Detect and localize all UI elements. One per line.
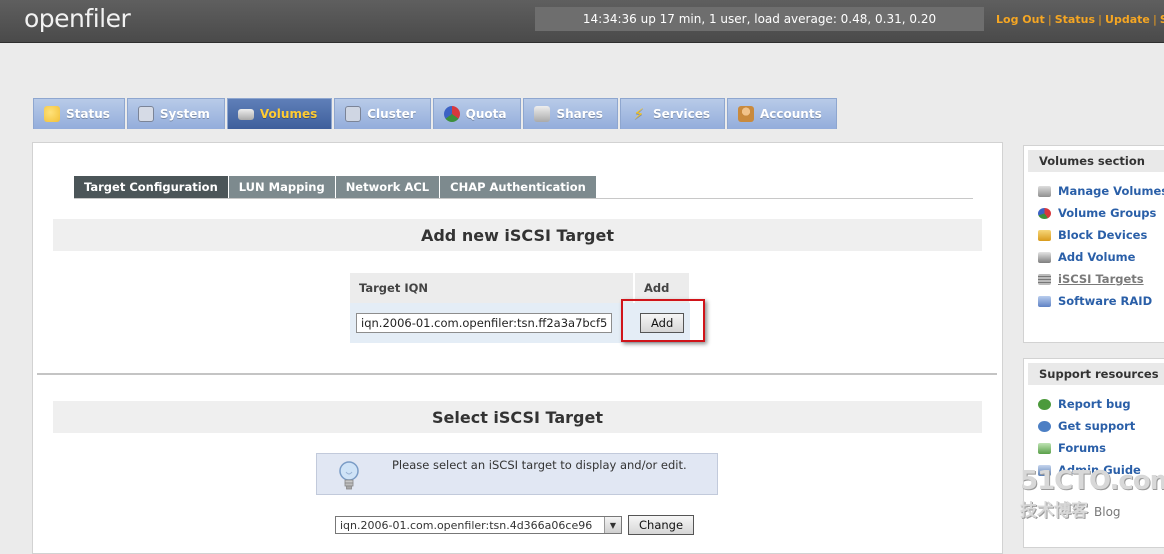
sidebar-item-label: Add Volume [1058,250,1136,264]
subtab-target-configuration[interactable]: Target Configuration [74,176,228,198]
sidebar-item-manage-volumes[interactable]: Manage Volumes [1024,180,1164,202]
cluster-icon [345,106,362,122]
volumes-icon [237,108,254,120]
tab-label: System [159,107,210,121]
sidebar-item-label: Get support [1058,419,1136,433]
sidebar-item-label: Forums [1058,441,1106,455]
forums-icon [1038,442,1051,454]
tab-label: Volumes [259,107,318,121]
tab-quota[interactable]: Quota [432,98,522,129]
subtab-network-acl[interactable]: Network ACL [335,176,440,198]
section-divider [37,373,997,375]
status-icon [44,106,60,122]
subtab-underline [74,198,973,199]
sidebar-item-label: Report bug [1058,397,1131,411]
update-link[interactable]: Update [1105,13,1150,26]
selected-target-value: iqn.2006-01.com.openfiler:tsn.4d366a06ce… [340,518,593,532]
sidebar-item-forums[interactable]: Forums [1024,437,1164,459]
change-target-button[interactable]: Change [628,515,695,535]
shutdown-link[interactable]: Sh [1160,13,1164,26]
info-text: Please select an iSCSI target to display… [392,458,687,472]
top-bar: openfiler 14:34:36 up 17 min, 1 user, lo… [0,0,1164,43]
lightbulb-icon [339,461,359,490]
add-target-heading: Add new iSCSI Target [53,219,982,251]
sidebar-item-admin-guide[interactable]: Admin Guide [1024,459,1164,481]
block-devices-icon [1038,229,1051,241]
tab-shares[interactable]: Shares [523,98,618,129]
sidebar-item-label: Software RAID [1058,294,1153,308]
main-panel: Target Configuration LUN Mapping Network… [32,142,1003,554]
openfiler-logo: openfiler [24,4,131,33]
accounts-icon [737,106,754,122]
tab-label: Quota [465,107,507,121]
manage-volumes-icon [1038,185,1051,197]
sidebar-item-label: Volume Groups [1058,206,1157,220]
add-header: Add [634,273,692,303]
tab-label: Services [652,107,710,121]
tab-system[interactable]: System [126,98,225,129]
log-out-link[interactable]: Log Out [996,13,1045,26]
quota-icon [443,106,460,122]
tab-status[interactable]: Status [33,98,125,129]
target-select[interactable]: iqn.2006-01.com.openfiler:tsn.4d366a06ce… [335,516,622,534]
sidebar-item-block-devices[interactable]: Block Devices [1024,224,1164,246]
iscsi-targets-icon [1038,273,1051,285]
admin-guide-icon [1038,464,1051,476]
chevron-down-icon[interactable]: ▼ [604,517,621,533]
target-iqn-input[interactable] [356,313,612,333]
system-icon [137,106,154,122]
sidebar-item-label: iSCSI Targets [1058,272,1144,286]
subtab-chap-authentication[interactable]: CHAP Authentication [440,176,596,198]
target-select-row: iqn.2006-01.com.openfiler:tsn.4d366a06ce… [335,515,695,535]
status-link[interactable]: Status [1055,13,1095,26]
tab-label: Status [66,107,110,121]
sidebar-item-label: Block Devices [1058,228,1148,242]
shares-icon [534,106,551,122]
info-box: Please select an iSCSI target to display… [316,453,718,495]
report-bug-icon [1038,398,1051,410]
sidebar-item-software-raid[interactable]: Software RAID [1024,290,1164,312]
sidebar-item-report-bug[interactable]: Report bug [1024,393,1164,415]
tab-volumes[interactable]: Volumes [226,98,333,129]
tab-label: Shares [556,107,603,121]
tab-label: Accounts [759,107,822,121]
sidebar-item-volume-groups[interactable]: Volume Groups [1024,202,1164,224]
sub-tabs: Target Configuration LUN Mapping Network… [74,176,597,198]
tab-label: Cluster [367,107,416,121]
tab-accounts[interactable]: Accounts [726,98,837,129]
add-target-button[interactable]: Add [640,313,685,333]
sidebar-item-label: Manage Volumes [1058,184,1164,198]
sidebar-item-iscsi-targets[interactable]: iSCSI Targets [1024,268,1164,290]
tab-cluster[interactable]: Cluster [334,98,431,129]
uptime-status: 14:34:36 up 17 min, 1 user, load average… [535,7,984,31]
select-target-heading: Select iSCSI Target [53,401,982,433]
get-support-icon [1038,420,1051,432]
support-resources-panel: Support resources Report bug Get support… [1023,358,1164,548]
sidebar-item-add-volume[interactable]: Add Volume [1024,246,1164,268]
add-target-table: Target IQN Add Add [350,273,692,343]
volumes-section-title: Volumes section [1028,150,1164,172]
volume-groups-icon [1038,207,1051,219]
main-tabs: Status System Volumes Cluster Quota Shar… [33,98,839,130]
volumes-section-panel: Volumes section Manage Volumes Volume Gr… [1023,145,1164,343]
sidebar-item-label: Admin Guide [1058,463,1141,477]
add-volume-icon [1038,251,1051,263]
support-resources-title: Support resources [1028,363,1164,385]
services-icon: ⚡ [633,105,645,123]
tab-services[interactable]: ⚡ Services [619,98,725,129]
target-iqn-header: Target IQN [350,273,635,303]
sidebar-item-get-support[interactable]: Get support [1024,415,1164,437]
top-links: Log Out|Status|Update|Sh [996,13,1164,26]
software-raid-icon [1038,295,1051,307]
subtab-lun-mapping[interactable]: LUN Mapping [228,176,335,198]
